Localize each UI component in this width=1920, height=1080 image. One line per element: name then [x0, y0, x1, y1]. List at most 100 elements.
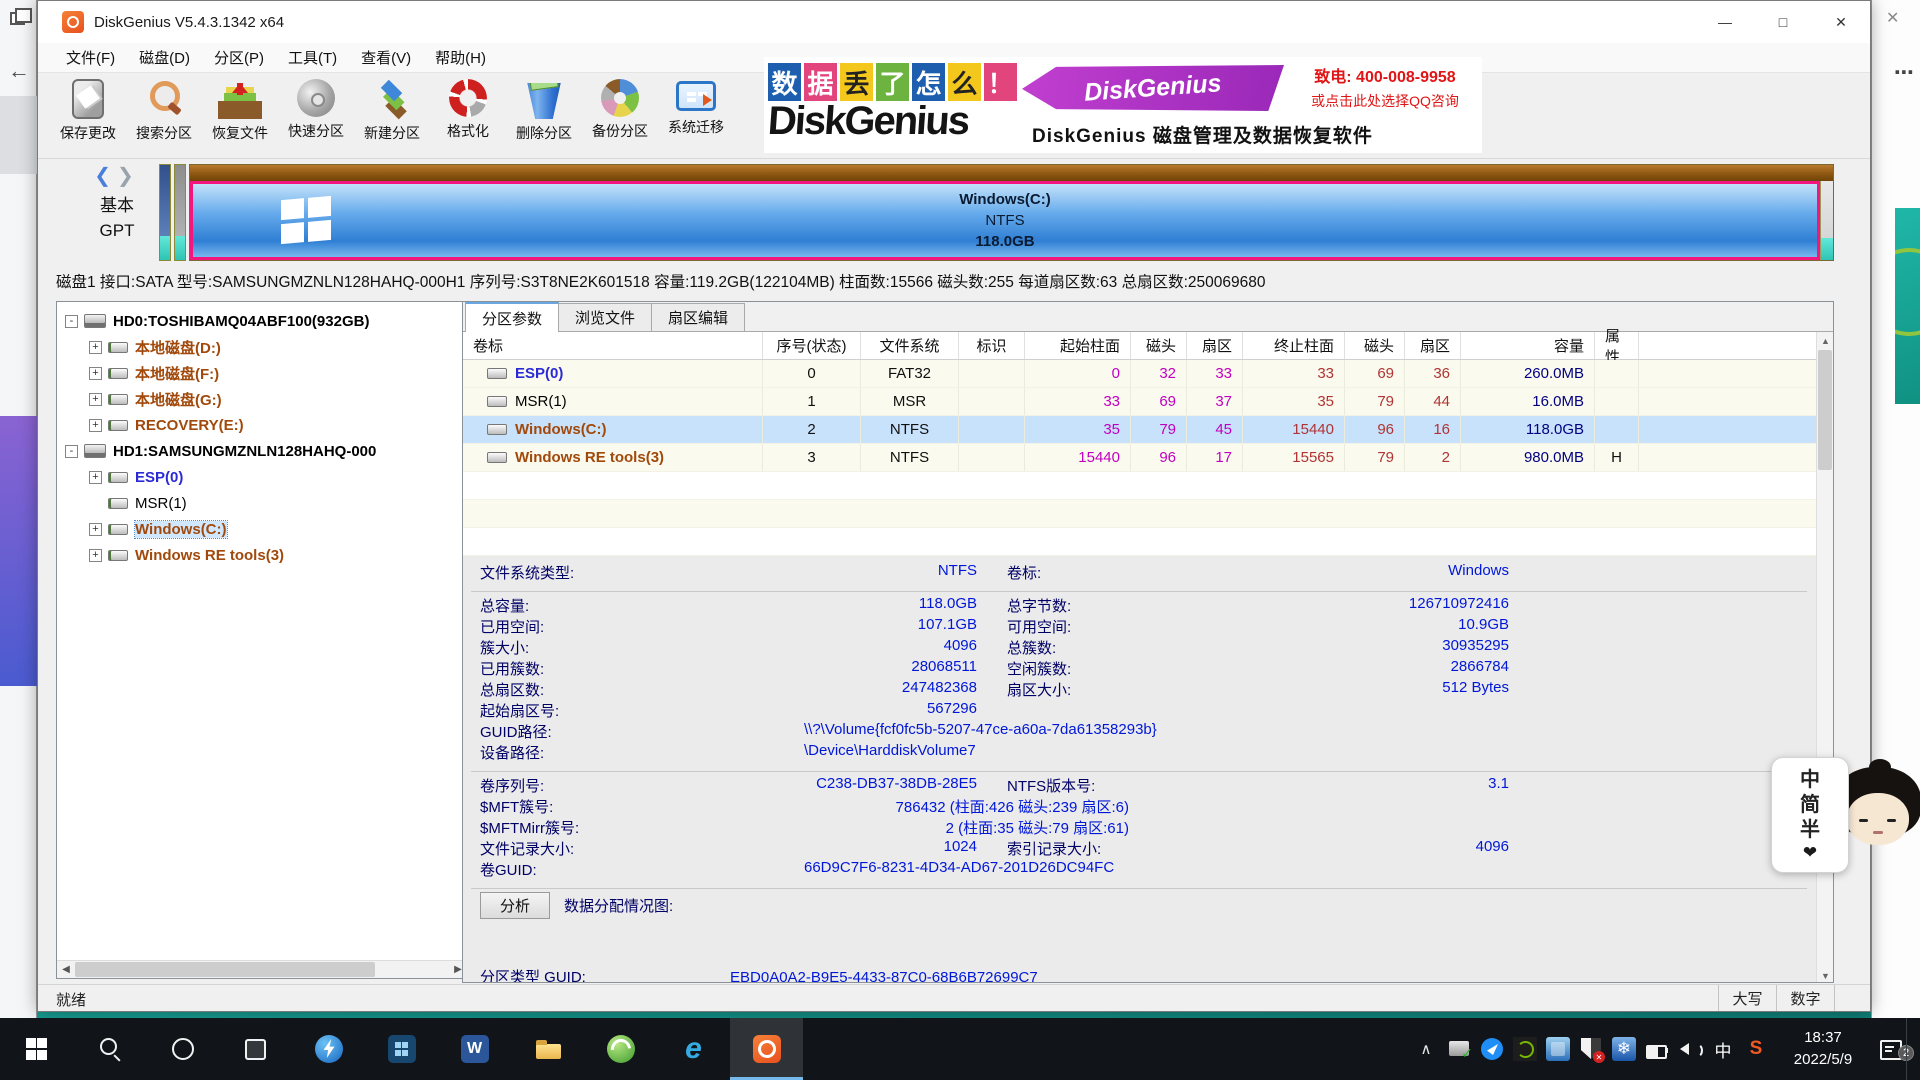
- format-button[interactable]: 格式化: [430, 73, 506, 157]
- close-button[interactable]: ✕: [1812, 1, 1870, 43]
- delete-partition-button[interactable]: 删除分区: [506, 73, 582, 157]
- tree-item-esp[interactable]: + ESP(0): [57, 464, 467, 490]
- diskgenius-app[interactable]: [730, 1018, 803, 1080]
- file-explorer-app[interactable]: [511, 1018, 584, 1080]
- partition-sliver-re-tools[interactable]: [1820, 181, 1833, 260]
- table-header-cell[interactable]: 序号(状态): [763, 332, 861, 359]
- tab-browse-files[interactable]: 浏览文件: [558, 303, 652, 331]
- partition-block-windows-c[interactable]: Windows(C:) NTFS 118.0GB: [190, 181, 1820, 260]
- pinned-app-1[interactable]: [292, 1018, 365, 1080]
- tree-item-hd1[interactable]: - HD1:SAMSUNGMZNLN128HAHQ-000: [57, 438, 467, 464]
- ime-indicator[interactable]: 中: [1711, 1037, 1735, 1061]
- tree-item-local-g[interactable]: + 本地磁盘(G:): [57, 386, 467, 412]
- tree-item-hd0[interactable]: - HD0:TOSHIBAMQ04ABF100(932GB): [57, 308, 467, 334]
- table-header-cell[interactable]: 文件系统: [861, 332, 959, 359]
- tree-item-local-d[interactable]: + 本地磁盘(D:): [57, 334, 467, 360]
- tree-expander[interactable]: +: [89, 523, 102, 536]
- scroll-up-icon[interactable]: ▲: [1817, 332, 1834, 349]
- tree-expander[interactable]: +: [89, 419, 102, 432]
- tree-expander[interactable]: +: [89, 341, 102, 354]
- table-row[interactable]: ESP(0)0FAT3203233336936260.0MB: [463, 360, 1833, 388]
- volume-icon[interactable]: [1678, 1037, 1702, 1061]
- menu-view[interactable]: 查看(V): [351, 44, 421, 71]
- menu-help[interactable]: 帮助(H): [425, 44, 496, 71]
- search-button[interactable]: [73, 1018, 146, 1080]
- banner-qq-link[interactable]: 或点击此处选择QQ咨询: [1292, 91, 1478, 111]
- minimize-button[interactable]: —: [1696, 1, 1754, 43]
- table-header-cell[interactable]: 标识: [959, 332, 1025, 359]
- table-header-cell[interactable]: 属性: [1595, 332, 1639, 359]
- tab-partition-params[interactable]: 分区参数: [465, 302, 559, 332]
- table-row[interactable]: MSR(1)1MSR33693735794416.0MB: [463, 388, 1833, 416]
- scrollbar-thumb[interactable]: [1818, 350, 1832, 470]
- table-header-cell[interactable]: 扇区: [1187, 332, 1243, 359]
- back-arrow-icon[interactable]: ←: [8, 58, 30, 84]
- background-window-restore-icon[interactable]: [10, 12, 25, 25]
- partition-sliver-esp[interactable]: [159, 164, 171, 261]
- save-changes-button[interactable]: 保存更改: [50, 73, 126, 157]
- tree-expander[interactable]: +: [89, 393, 102, 406]
- scroll-down-icon[interactable]: ▼: [1817, 967, 1834, 983]
- diskgenius-tray-icon[interactable]: S: [1744, 1037, 1768, 1061]
- backup-partition-button[interactable]: 备份分区: [582, 73, 658, 157]
- new-partition-button[interactable]: 新建分区: [354, 73, 430, 157]
- system-migration-button[interactable]: 系统迁移: [658, 73, 734, 157]
- nvidia-icon[interactable]: [1513, 1037, 1537, 1061]
- tree-item-recovery-e[interactable]: + RECOVERY(E:): [57, 412, 467, 438]
- start-button[interactable]: [0, 1018, 73, 1080]
- security-shield-icon[interactable]: [1579, 1037, 1603, 1061]
- quick-partition-button[interactable]: 快速分区: [278, 73, 354, 157]
- tree-item-windows-c[interactable]: + Windows(C:): [57, 516, 467, 542]
- scrollbar-thumb[interactable]: [75, 962, 375, 977]
- intel-graphics-icon[interactable]: [1546, 1037, 1570, 1061]
- tray-expand-icon[interactable]: ∧: [1414, 1037, 1438, 1061]
- printer-status-icon[interactable]: [1447, 1037, 1471, 1061]
- snowflake-icon[interactable]: ❄: [1612, 1037, 1636, 1061]
- prev-disk-arrow-icon[interactable]: ❮: [94, 165, 117, 187]
- table-header-cell[interactable]: 扇区: [1405, 332, 1461, 359]
- menu-file[interactable]: 文件(F): [56, 44, 125, 71]
- tree-expander[interactable]: -: [65, 445, 78, 458]
- partition-sliver-msr[interactable]: [174, 164, 186, 261]
- tree-expander[interactable]: -: [65, 315, 78, 328]
- cortana-button[interactable]: [146, 1018, 219, 1080]
- pinned-app-2[interactable]: [365, 1018, 438, 1080]
- next-disk-arrow-icon[interactable]: ❯: [117, 165, 140, 187]
- maximize-button[interactable]: □: [1754, 1, 1812, 43]
- power-icon[interactable]: [1645, 1037, 1669, 1061]
- tree-expander[interactable]: +: [89, 367, 102, 380]
- tree-horizontal-scrollbar[interactable]: ◀ ▶: [57, 960, 467, 978]
- tree-expander[interactable]: +: [89, 471, 102, 484]
- tree-expander[interactable]: +: [89, 549, 102, 562]
- table-header-cell[interactable]: 终止柱面: [1243, 332, 1345, 359]
- tab-sector-edit[interactable]: 扇区编辑: [651, 303, 745, 331]
- background-close-icon[interactable]: ✕: [1886, 8, 1899, 28]
- recover-files-button[interactable]: 恢复文件: [202, 73, 278, 157]
- menu-tools[interactable]: 工具(T): [278, 44, 347, 71]
- taskbar-clock[interactable]: 18:37 2022/5/9: [1777, 1027, 1869, 1071]
- ime-floating-widget[interactable]: 中简半 ❤: [1771, 757, 1917, 873]
- table-row[interactable]: Windows(C:)2NTFS357945154409616118.0GB: [463, 416, 1833, 444]
- tree-item-windows-re[interactable]: + Windows RE tools(3): [57, 542, 467, 568]
- edge-app[interactable]: e: [657, 1018, 730, 1080]
- scroll-left-icon[interactable]: ◀: [57, 961, 75, 978]
- messenger-icon[interactable]: [1480, 1037, 1504, 1061]
- analyze-button[interactable]: 分析: [480, 892, 550, 919]
- menu-partition[interactable]: 分区(P): [204, 44, 274, 71]
- table-header-cell[interactable]: 起始柱面: [1025, 332, 1131, 359]
- task-view-button[interactable]: [219, 1018, 292, 1080]
- menu-disk[interactable]: 磁盘(D): [129, 44, 200, 71]
- table-header-cell[interactable]: 磁头: [1131, 332, 1187, 359]
- table-row[interactable]: Windows RE tools(3)3NTFS1544096171556579…: [463, 444, 1833, 472]
- word-app[interactable]: W: [438, 1018, 511, 1080]
- search-partition-button[interactable]: 搜索分区: [126, 73, 202, 157]
- promo-banner[interactable]: 数据丢了怎么！ DiskGenius DiskGenius 致电: 400-00…: [764, 57, 1482, 153]
- tree-item-msr[interactable]: + MSR(1): [57, 490, 467, 516]
- background-more-icon[interactable]: ⋯: [1894, 60, 1914, 85]
- show-desktop-button[interactable]: [1906, 1018, 1912, 1080]
- table-header-cell[interactable]: 容量: [1461, 332, 1595, 359]
- tree-item-local-f[interactable]: + 本地磁盘(F:): [57, 360, 467, 386]
- detail-vertical-scrollbar[interactable]: ▲ ▼: [1816, 332, 1833, 983]
- table-header-cell[interactable]: 卷标: [463, 332, 763, 359]
- green-browser-app[interactable]: [584, 1018, 657, 1080]
